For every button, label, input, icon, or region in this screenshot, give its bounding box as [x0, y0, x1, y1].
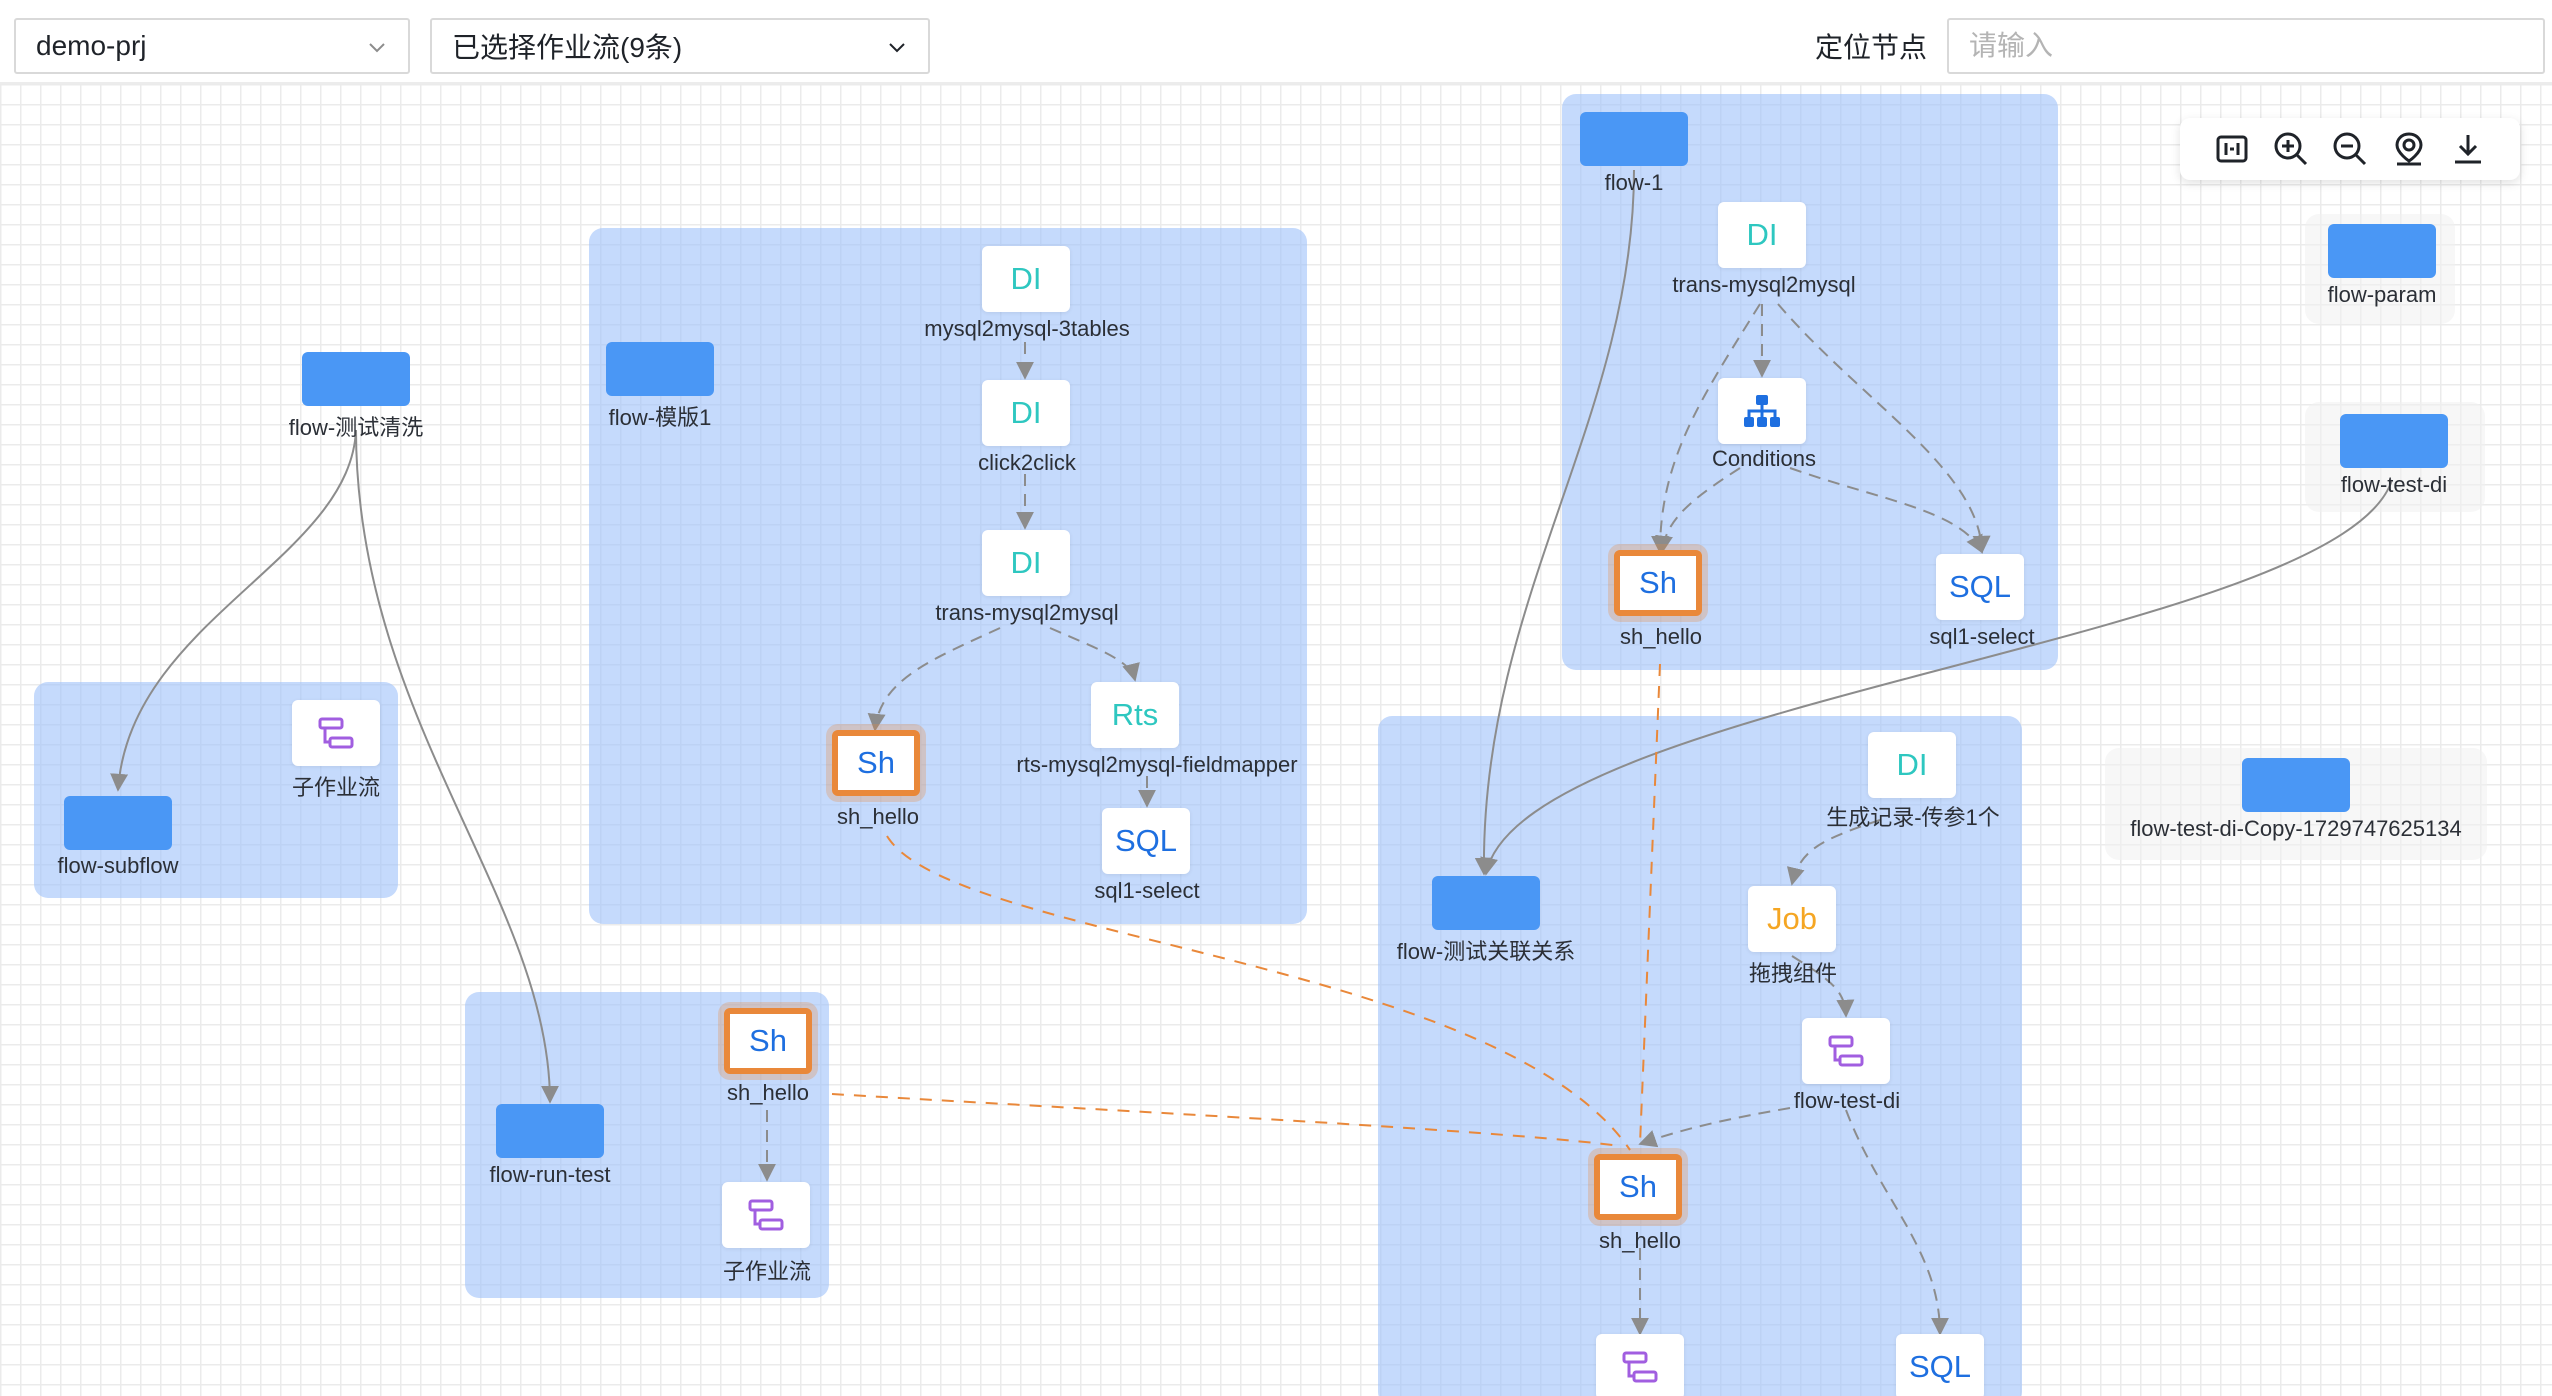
- flow-box-subflow[interactable]: [64, 796, 172, 850]
- flow-box-test-di-copy[interactable]: [2242, 758, 2350, 812]
- node-label: Conditions: [1712, 446, 1816, 471]
- node-label: sh_hello: [837, 804, 919, 829]
- flow-label: flow-测试清洗: [288, 415, 424, 440]
- flow-select[interactable]: 已选择作业流(9条): [430, 18, 930, 74]
- subflow-icon: [748, 1199, 784, 1231]
- flow-box-clean[interactable]: [302, 352, 410, 406]
- node-label: mysql2mysql-3tables: [924, 316, 1130, 341]
- node-label: flow-test-di: [1793, 1088, 1901, 1113]
- chevron-down-icon: [369, 43, 385, 53]
- sql-node[interactable]: SQL: [1102, 808, 1190, 874]
- node-label: click2click: [978, 450, 1076, 475]
- job-node[interactable]: Job: [1748, 886, 1836, 952]
- flow-box-param[interactable]: [2328, 224, 2436, 278]
- node-label: sh_hello: [1620, 624, 1702, 649]
- edge-ftd-shd: [1638, 1107, 1791, 1148]
- locate-node-label: 定位节点: [1815, 32, 1928, 63]
- project-select[interactable]: demo-prj: [14, 18, 410, 74]
- node-label: 子作业流: [291, 775, 381, 800]
- sql-node[interactable]: SQL: [1896, 1334, 1984, 1396]
- node-label: 拖拽组件: [1748, 961, 1838, 986]
- flow-select-value: 已选择作业流(9条): [452, 32, 683, 63]
- edge-trans-sqlb: [1777, 303, 1991, 554]
- node-label: rts-mysql2mysql-fieldmapper: [1016, 752, 1298, 777]
- edge-dep-c: [1639, 663, 1661, 1145]
- sh-node[interactable]: Sh: [724, 1008, 812, 1074]
- edge-dep-b: [831, 1093, 1621, 1147]
- project-select-value: demo-prj: [36, 30, 147, 61]
- chevron-down-icon: [889, 43, 905, 53]
- sql-node[interactable]: SQL: [1936, 554, 2024, 620]
- rts-node[interactable]: Rts: [1091, 682, 1179, 748]
- subflow-node[interactable]: [1802, 1018, 1890, 1084]
- subflow-icon: [318, 717, 354, 749]
- flow-label: flow-测试关联关系: [1396, 939, 1576, 964]
- node-label: trans-mysql2mysql: [1672, 272, 1856, 297]
- node-label: sql1-select: [1929, 624, 2035, 649]
- edges-layer: [110, 169, 2393, 1336]
- flow-box-test-di[interactable]: [2340, 414, 2448, 468]
- flow-label: flow-1: [1604, 170, 1664, 195]
- flow-box-run-test[interactable]: [496, 1104, 604, 1158]
- subflow-icon: [1622, 1351, 1658, 1383]
- graph-toolbar: [2180, 118, 2520, 180]
- node-label: 生成记录-传参1个: [1826, 805, 2000, 830]
- di-node[interactable]: DI: [982, 246, 1070, 312]
- dag-canvas[interactable]: flow-测试清洗 flow-subflow flow-模版1 flow-run…: [0, 0, 2552, 1396]
- di-node[interactable]: DI: [982, 380, 1070, 446]
- node-label: sql1-select: [1094, 878, 1200, 903]
- subflow-node[interactable]: [292, 700, 380, 766]
- subflow-node[interactable]: [1596, 1334, 1684, 1396]
- top-bar: demo-prj 已选择作业流(9条) 定位节点: [0, 0, 2552, 84]
- fit-view-icon[interactable]: [2212, 129, 2252, 169]
- di-node[interactable]: DI: [1868, 732, 1956, 798]
- node-label: 子作业流: [722, 1259, 812, 1284]
- flow-label: flow-test-di-Copy-1729747625134: [2130, 816, 2462, 841]
- locate-node-input[interactable]: [1947, 18, 2545, 74]
- conditions-icon: [1744, 395, 1780, 427]
- node-label: sh_hello: [1599, 1228, 1681, 1253]
- edge-ftd-sqlc: [1845, 1109, 1949, 1336]
- flow-label: flow-subflow: [57, 853, 179, 878]
- sh-node[interactable]: Sh: [1594, 1154, 1682, 1220]
- flow-label: flow-模版1: [608, 405, 712, 430]
- flow-label: flow-param: [2327, 282, 2437, 307]
- edge-trans-sh: [867, 627, 1001, 732]
- flow-box-template[interactable]: [606, 342, 714, 396]
- di-node[interactable]: DI: [1718, 202, 1806, 268]
- di-node[interactable]: DI: [982, 530, 1070, 596]
- node-label: sh_hello: [727, 1080, 809, 1105]
- download-icon[interactable]: [2448, 129, 2488, 169]
- zoom-out-icon[interactable]: [2330, 129, 2370, 169]
- edge-flow1-relation: [1474, 169, 1635, 876]
- zoom-in-icon[interactable]: [2271, 129, 2311, 169]
- sh-node[interactable]: Sh: [832, 730, 920, 796]
- locate-icon[interactable]: [2389, 129, 2429, 169]
- flow-box-relation[interactable]: [1432, 876, 1540, 930]
- edge-cond-shc: [1655, 467, 1741, 554]
- edge-trans-rts: [1049, 627, 1140, 682]
- edge-clean-runtest: [355, 429, 559, 1104]
- subflow-icon: [1828, 1035, 1864, 1067]
- flow-box-flow1[interactable]: [1580, 112, 1688, 166]
- node-label: trans-mysql2mysql: [935, 600, 1119, 625]
- conditions-node[interactable]: [1718, 378, 1806, 444]
- subflow-node[interactable]: [722, 1182, 810, 1248]
- sh-node[interactable]: Sh: [1614, 550, 1702, 616]
- flow-label: flow-test-di: [2340, 472, 2448, 497]
- flow-label: flow-run-test: [489, 1162, 611, 1187]
